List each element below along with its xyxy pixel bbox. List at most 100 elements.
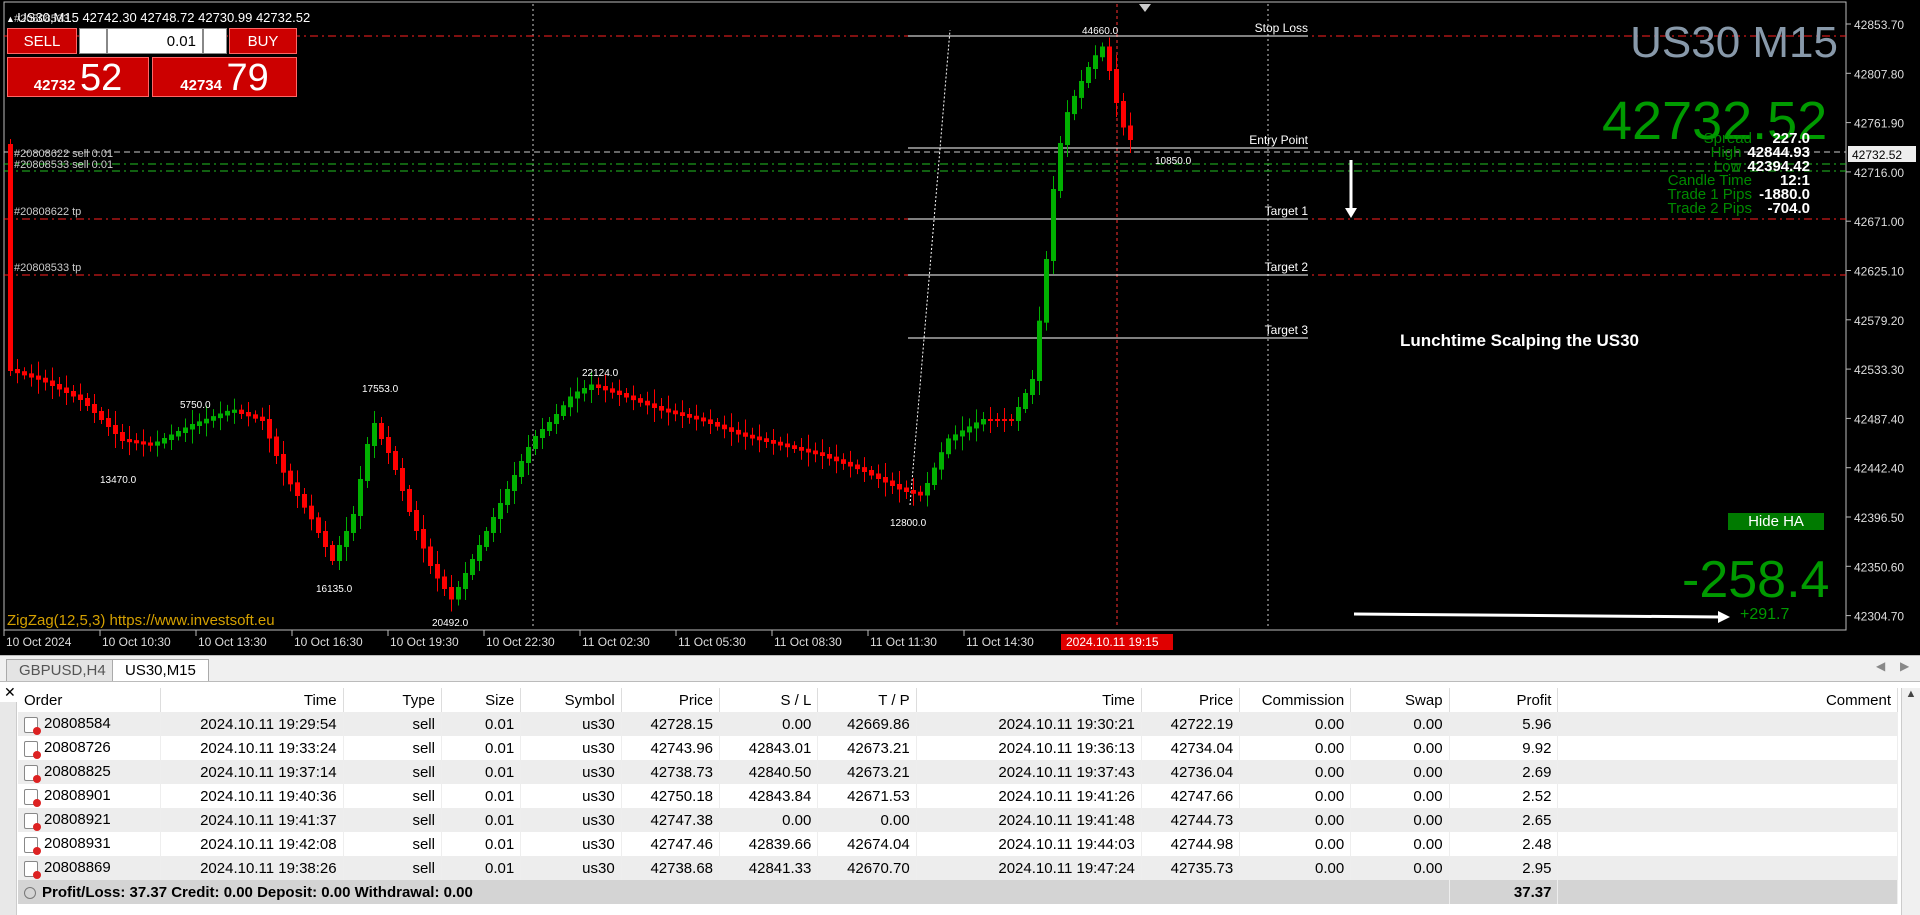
column-header[interactable]: Price: [621, 688, 721, 712]
column-header[interactable]: Comment: [1557, 688, 1898, 712]
sell-button[interactable]: SELL: [7, 28, 77, 54]
buy-button[interactable]: BUY: [229, 28, 297, 54]
candle-body: [729, 427, 734, 432]
time-tick-label: 11 Oct 14:30: [966, 635, 1034, 649]
candle-body: [1002, 419, 1007, 421]
order-cell: 20808726: [18, 736, 161, 760]
target-level-label: Target 1: [1265, 204, 1309, 218]
current-price-tag: 42732.52: [1852, 148, 1902, 162]
time-tick-label: 10 Oct 22:30: [486, 635, 555, 649]
comment-cell: [1557, 760, 1898, 784]
candle-body: [960, 430, 965, 437]
candle-body: [1114, 69, 1119, 103]
candle-body: [337, 545, 342, 561]
table-cell: 42747.38: [621, 808, 721, 832]
candle-body: [1093, 55, 1098, 69]
table-row[interactable]: 20808869 2024.10.11 19:38:26 sell 0.01 us30 4…: [18, 856, 1898, 880]
column-header[interactable]: S / L: [719, 688, 819, 712]
table-cell: 2024.10.11 19:33:24: [160, 736, 344, 760]
table-row[interactable]: 20808825 2024.10.11 19:37:14 sell 0.01 us30 4…: [18, 760, 1898, 784]
price-tick-label: 42487.40: [1854, 412, 1904, 426]
table-row[interactable]: 20808901 2024.10.11 19:40:36 sell 0.01 us30 4…: [18, 784, 1898, 808]
lot-size-input[interactable]: 0.01: [107, 28, 203, 54]
table-cell: 42738.68: [621, 856, 721, 880]
closed-order-icon: [24, 764, 41, 783]
table-cell: 42669.86: [817, 712, 917, 736]
column-header[interactable]: Order: [18, 688, 161, 712]
table-cell: sell: [343, 736, 442, 760]
table-cell: 5.96: [1449, 712, 1559, 736]
candle-body: [99, 411, 104, 420]
table-cell: us30: [520, 784, 622, 808]
candle-body: [246, 412, 251, 417]
price-tick-label: 42442.40: [1854, 462, 1904, 476]
candle-body: [890, 480, 895, 486]
column-header[interactable]: Size: [441, 688, 522, 712]
candle-body: [134, 440, 139, 444]
candle-body: [386, 437, 391, 453]
ask-price-box[interactable]: 42734 79: [152, 57, 297, 98]
lot-down-button[interactable]: ▼: [79, 28, 107, 54]
tab-us30-m15[interactable]: US30,M15: [112, 659, 209, 681]
candle-body: [603, 386, 608, 391]
table-cell: 42744.73: [1141, 808, 1241, 832]
hide-ha-button[interactable]: Hide HA: [1728, 513, 1824, 530]
tab-gbpusd-h4[interactable]: GBPUSD,H4: [6, 659, 119, 681]
table-row[interactable]: 20808584 2024.10.11 19:29:54 sell 0.01 us30 4…: [18, 712, 1898, 736]
comment-cell: [1557, 808, 1898, 832]
candle-body: [470, 559, 475, 575]
candle-body: [428, 546, 433, 566]
candle-body: [939, 452, 944, 470]
candle-body: [43, 377, 48, 383]
table-cell: sell: [343, 712, 442, 736]
column-header[interactable]: Profit: [1449, 688, 1559, 712]
column-header[interactable]: Time: [916, 688, 1142, 712]
candle-body: [239, 409, 244, 414]
table-row[interactable]: 20808931 2024.10.11 19:42:08 sell 0.01 us30 4…: [18, 832, 1898, 856]
table-cell: 42841.33: [719, 856, 819, 880]
column-header[interactable]: Symbol: [520, 688, 622, 712]
zigzag-value-label: 44660.0: [1082, 26, 1119, 37]
ask-price-prefix: 42734: [180, 77, 222, 94]
target-level-label: Entry Point: [1249, 133, 1308, 147]
closed-order-icon: [24, 716, 41, 735]
candle-body: [71, 391, 76, 397]
table-cell: 42840.50: [719, 760, 819, 784]
column-header[interactable]: Time: [160, 688, 344, 712]
zigzag-value-label: 16135.0: [316, 584, 353, 595]
bid-price-box[interactable]: 42732 52: [7, 57, 149, 98]
column-header[interactable]: Commission: [1239, 688, 1352, 712]
candle-body: [876, 473, 881, 479]
column-header[interactable]: Swap: [1350, 688, 1450, 712]
mt4-window: #20808622 sell 0.01 #20808533 sell 0.01 #2…: [0, 0, 1920, 915]
column-header[interactable]: Type: [343, 688, 442, 712]
price-chart[interactable]: #20808622 sell 0.01 #20808533 sell 0.01 #2…: [0, 0, 1920, 655]
tab-scroll-right-icon[interactable]: ▶: [1900, 659, 1909, 673]
right-arrow-head: [1718, 611, 1730, 623]
candle-body: [568, 396, 573, 408]
close-terminal-icon[interactable]: ✕: [4, 684, 16, 701]
summary-text: Profit/Loss: 37.37 Credit: 0.00 Deposit:…: [18, 880, 1450, 904]
candle-body: [827, 454, 832, 459]
table-row[interactable]: 20808921 2024.10.11 19:41:37 sell 0.01 us30 4…: [18, 808, 1898, 832]
candle-body: [1079, 81, 1084, 98]
lot-up-button[interactable]: ▲: [203, 28, 227, 54]
candle-body: [764, 438, 769, 442]
investsoft-link[interactable]: https://www.investsoft.eu: [110, 612, 275, 629]
candle-body: [533, 436, 538, 449]
tab-scroll-left-icon[interactable]: ◀: [1876, 659, 1885, 673]
candle-body: [50, 380, 55, 386]
table-cell: 42843.84: [719, 784, 819, 808]
vertical-scrollbar[interactable]: ▲: [1901, 688, 1920, 915]
candle-body: [715, 422, 720, 427]
table-cell: 0.00: [1239, 832, 1352, 856]
table-row[interactable]: 20808726 2024.10.11 19:33:24 sell 0.01 us30 4…: [18, 736, 1898, 760]
candle-body: [302, 494, 307, 508]
candle-body: [904, 487, 909, 492]
column-header[interactable]: T / P: [817, 688, 917, 712]
time-tick-label: 10 Oct 2024: [6, 635, 72, 649]
candle-body: [925, 483, 930, 496]
column-header[interactable]: Price: [1141, 688, 1241, 712]
candle-body: [505, 489, 510, 505]
scroll-up-icon[interactable]: ▲: [1902, 688, 1920, 700]
